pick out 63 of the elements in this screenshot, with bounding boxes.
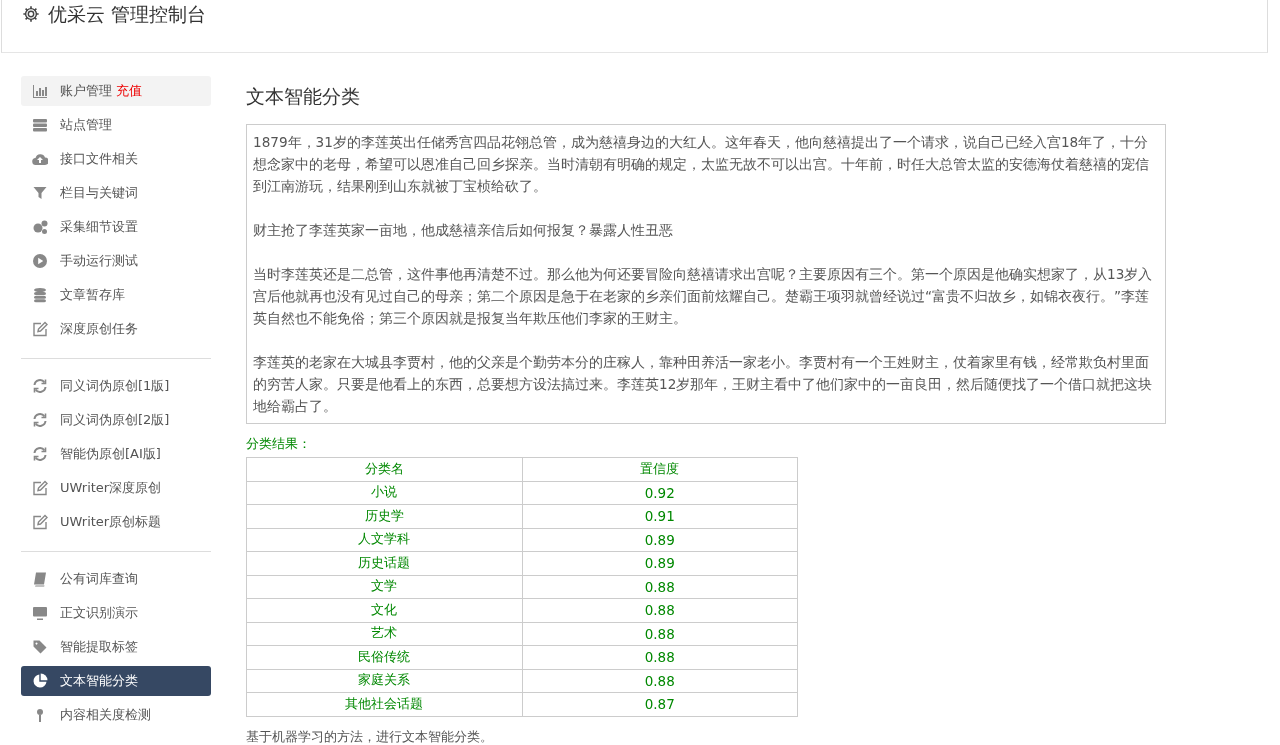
sidebar-item[interactable]: 内容相关度检测 (21, 700, 211, 730)
table-cell: 民俗传统 (246, 645, 522, 669)
server-icon (32, 117, 48, 133)
sidebar-item[interactable]: 智能提取标签 (21, 632, 211, 662)
play-icon (32, 253, 48, 269)
table-cell: 0.88 (522, 575, 798, 599)
description-text: 基于机器学习的方法，进行文本智能分类。 (246, 728, 494, 745)
refresh-icon (32, 446, 48, 462)
sidebar-item[interactable]: 接口文件相关 (21, 144, 211, 174)
table-cell: 小说 (246, 481, 522, 505)
edit-icon (32, 480, 48, 496)
column-header: 分类名 (246, 457, 522, 481)
sidebar-item[interactable]: 文本智能分类 (21, 666, 211, 696)
table-cell: 0.92 (522, 481, 798, 505)
table-cell: 0.91 (522, 504, 798, 528)
pie-icon (32, 673, 48, 689)
table-cell: 0.88 (522, 645, 798, 669)
table-cell: 0.88 (522, 622, 798, 646)
tag-icon (32, 639, 48, 655)
sidebar-item[interactable]: UWriter深度原创 (21, 473, 211, 503)
table-cell: 0.89 (522, 551, 798, 575)
sidebar-item[interactable]: 账户管理 充值 (21, 76, 211, 106)
sidebar-item[interactable]: 同义词伪原创[2版] (21, 405, 211, 435)
filter-icon (32, 185, 48, 201)
app-title: 优采云 管理控制台 (48, 3, 207, 25)
table-cell: 其他社会话题 (246, 692, 522, 716)
table-cell: 0.87 (522, 692, 798, 716)
table-cell: 0.88 (522, 598, 798, 622)
sidebar-item[interactable]: 正文识别演示 (21, 598, 211, 628)
sidebar-item[interactable]: 深度原创任务 (21, 314, 211, 344)
text-input[interactable]: 1879年，31岁的李莲英出任储秀宫四品花翎总管，成为慈禧身边的大红人。这年春天，他向慈禧提出了一个请求，说自己已经入宫18年了，十分想念家中的老母，希望可以恩准自己回乡探亲。当时清朝有明确的规定，太监无故不可以出宫。十年前，时任大总管太监的安德海仗着慈禧的宠信到江南游玩，结果刚到山东就被丁宝桢给砍了。 财主抢了李莲英家一亩地，他成慈禧亲信后如何报复？暴露人性丑恶 当时李莲英还是二总管，这件事他再清楚不过。那么他为何还要冒险向慈禧请求出宫呢？主要原因有三个。第一个原因是他确实想家了，从13岁入宫后他就再也没有见过自己的母亲；第二个原因是急于在老家的乡亲们面前炫耀自己。楚霸王项羽就曾经说过“富贵不归故乡，如锦衣夜行。”李莲英自然也不能免俗；第三个原因就是报复当年欺压他们李家的王财主。 李莲英的老家在大城县李贾村，他的父亲是个勤劳本分的庄稼人，靠种田养活一家老小。李贾村有一个王姓财主，仗着家里有钱，经常欺负村里面的穷苦人家。只要是他看上的东西，总要想方设法搞过来。李莲英12岁那年，王财主看中了他们家中的一亩良田，然后随便找了一个借口就把这块地给霸占了。 (246, 124, 1166, 424)
edit-icon (32, 321, 48, 337)
refresh-icon (32, 378, 48, 394)
table-cell: 历史学 (246, 504, 522, 528)
sidebar-item[interactable]: 智能伪原创[AI版] (21, 439, 211, 469)
recharge-link[interactable]: 充值 (116, 82, 142, 100)
table-cell: 家庭关系 (246, 669, 522, 693)
table-cell: 0.88 (522, 669, 798, 693)
book-icon (32, 571, 48, 587)
table-cell: 艺术 (246, 622, 522, 646)
chart-icon (32, 83, 48, 99)
sidebar-item[interactable]: 公有词库查询 (21, 564, 211, 594)
sidebar-item[interactable]: 栏目与关键词 (21, 178, 211, 208)
sidebar-item[interactable]: UWriter原创标题 (21, 507, 211, 537)
table-cell: 人文学科 (246, 528, 522, 552)
refresh-icon (32, 412, 48, 428)
sidebar-item[interactable]: 文章暂存库 (21, 280, 211, 310)
sidebar-item[interactable]: 站点管理 (21, 110, 211, 140)
settings-icon (22, 5, 40, 23)
table-cell: 0.89 (522, 528, 798, 552)
column-header: 置信度 (522, 457, 798, 481)
result-label: 分类结果： (246, 436, 312, 453)
cloud-icon (32, 151, 48, 167)
table-cell: 文学 (246, 575, 522, 599)
table-cell: 历史话题 (246, 551, 522, 575)
sidebar-item[interactable]: 手动运行测试 (21, 246, 211, 276)
database-icon (32, 287, 48, 303)
sidebar-item[interactable]: 同义词伪原创[1版] (21, 371, 211, 401)
page-title: 文本智能分类 (246, 84, 361, 109)
monitor-icon (32, 605, 48, 621)
edit-icon (32, 514, 48, 530)
table-cell: 文化 (246, 598, 522, 622)
sidebar-item[interactable]: 采集细节设置 (21, 212, 211, 242)
